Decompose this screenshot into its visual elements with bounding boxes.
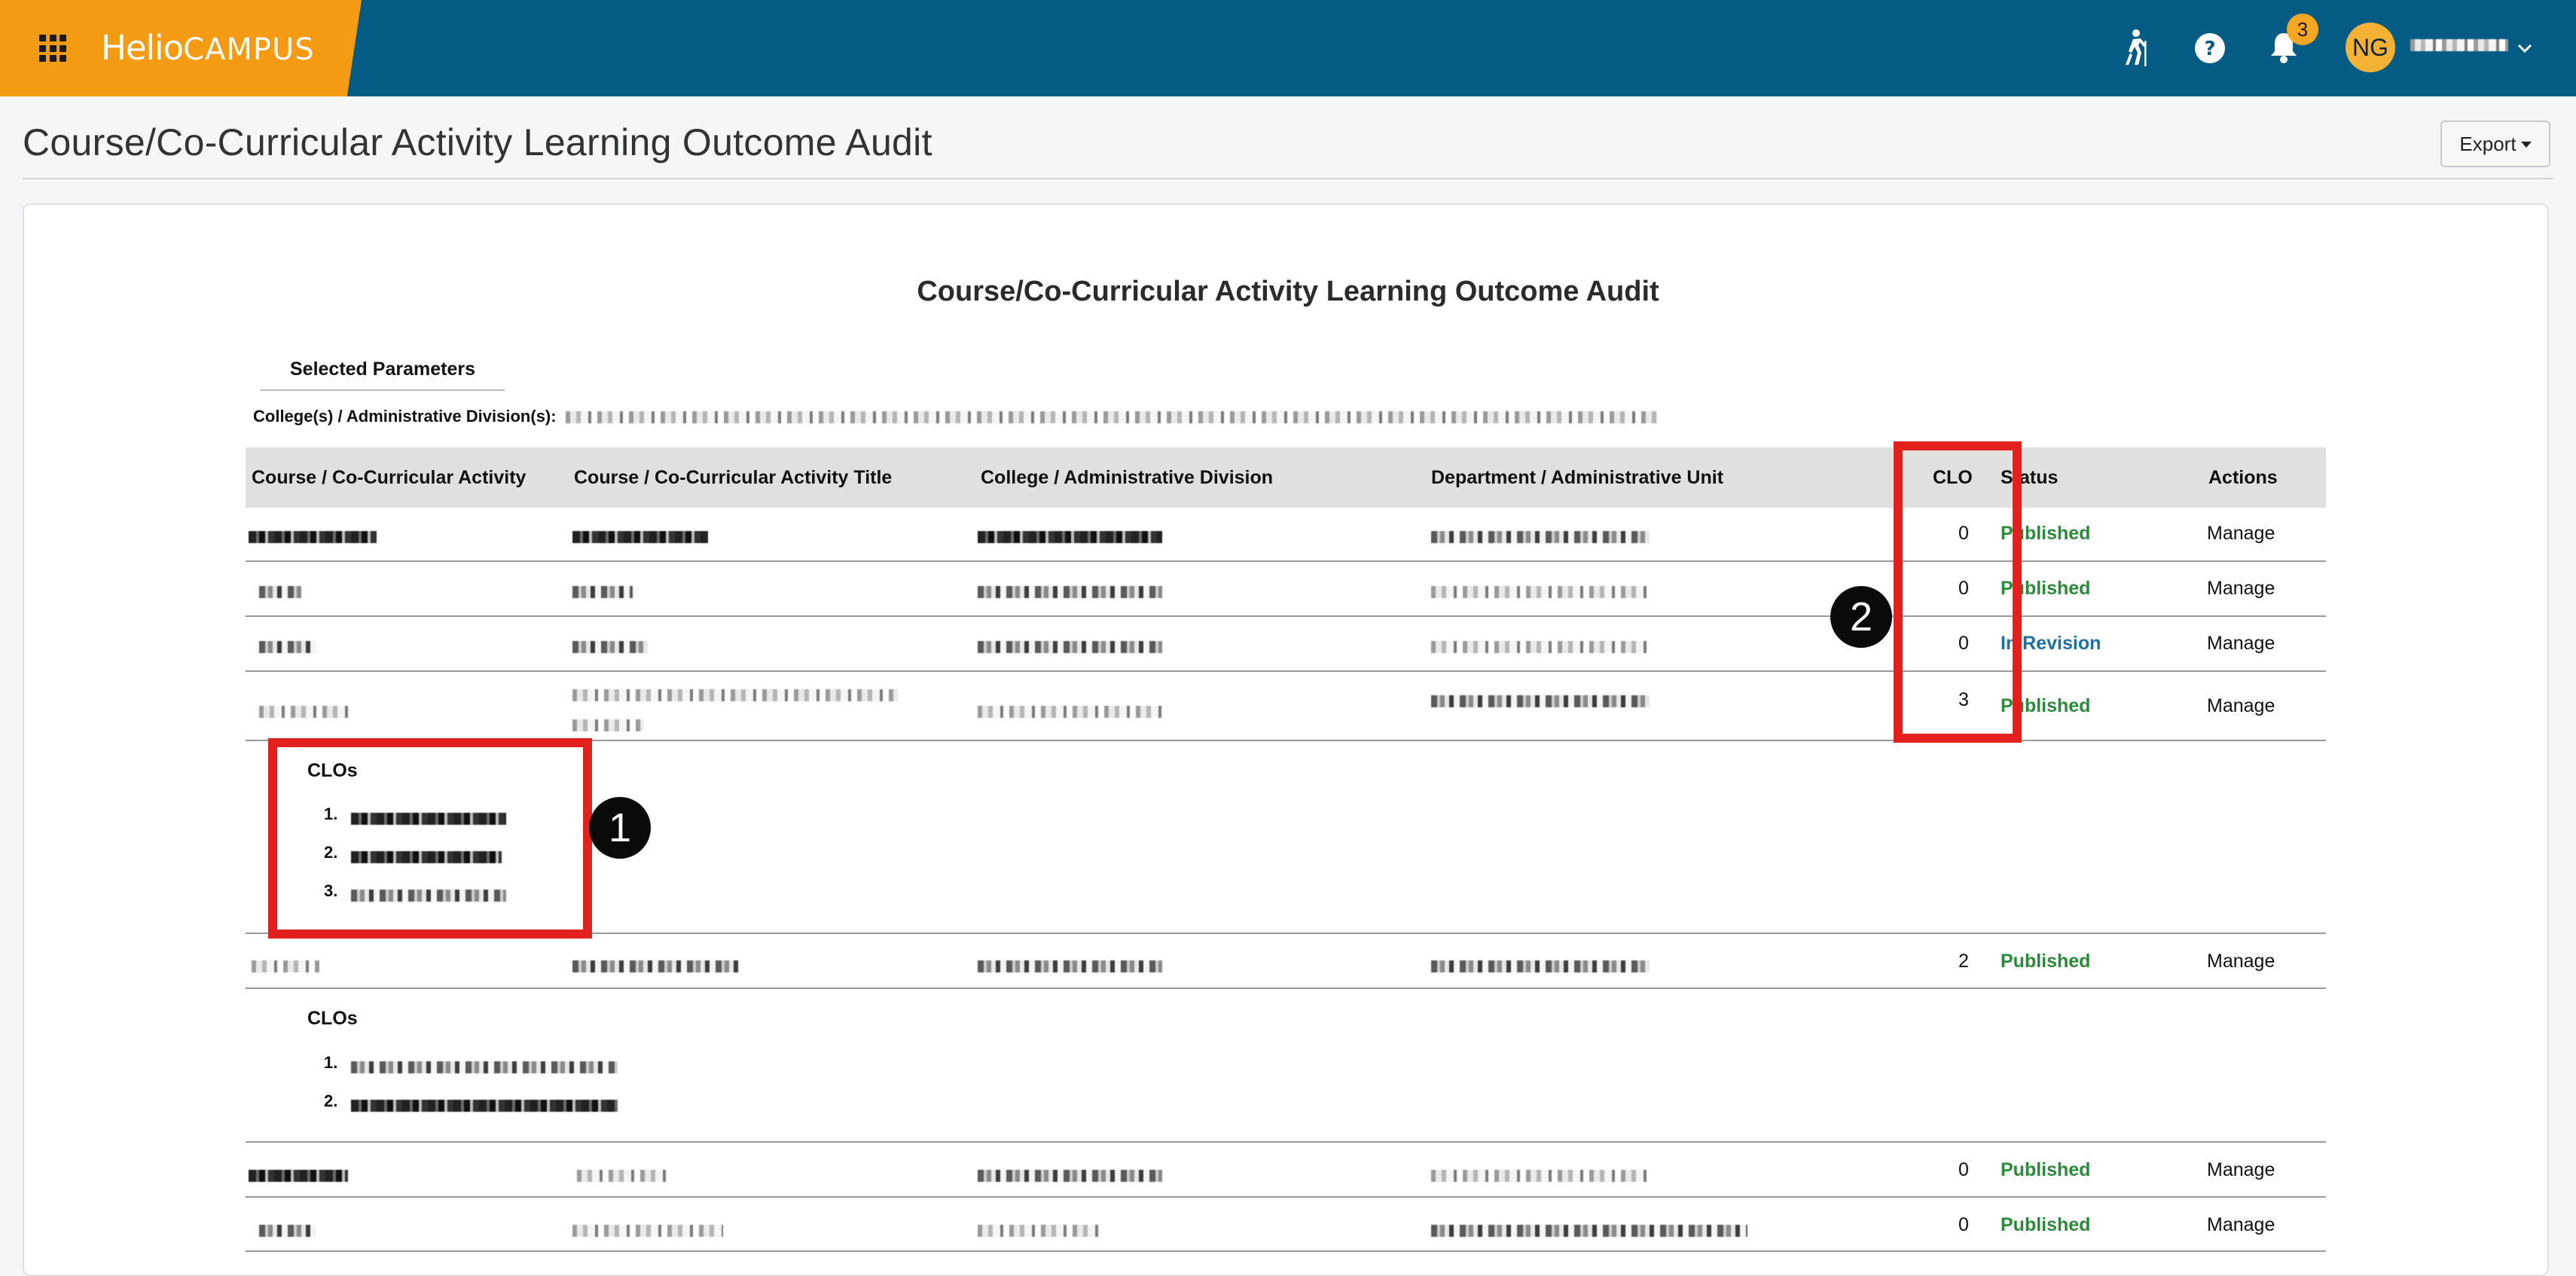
apps-grid-icon[interactable]: [39, 35, 66, 62]
column-header-college[interactable]: College / Administrative Division: [981, 447, 1273, 508]
manage-link[interactable]: Manage: [2207, 1214, 2275, 1236]
avatar[interactable]: NG: [2346, 23, 2395, 72]
manage-link[interactable]: Manage: [2207, 951, 2275, 972]
college-redacted: [978, 1220, 1100, 1241]
logo-text-campus: CAMPUS: [183, 32, 315, 67]
column-header-actions[interactable]: Actions: [2208, 447, 2278, 508]
course-code-redacted: [249, 1165, 348, 1186]
department-redacted: [1431, 636, 1650, 658]
course-title-redacted: [572, 636, 648, 658]
export-label: Export: [2459, 133, 2516, 155]
department-redacted: [1431, 1165, 1650, 1186]
caret-down-icon: [2520, 142, 2532, 148]
row-divider: [246, 988, 2326, 989]
course-code-redacted: [252, 955, 319, 977]
department-redacted: [1431, 1220, 1747, 1241]
parameters-label: College(s) / Administrative Division(s):: [253, 407, 557, 426]
help-icon[interactable]: ?: [2187, 26, 2233, 71]
college-redacted: [978, 636, 1162, 658]
college-redacted: [978, 581, 1162, 603]
clo-text-redacted: [351, 1094, 618, 1116]
department-redacted: [1431, 955, 1650, 977]
notification-badge: 3: [2287, 14, 2318, 45]
course-code-redacted: [259, 581, 301, 603]
course-code-redacted: [259, 636, 316, 658]
column-header-department[interactable]: Department / Administrative Unit: [1431, 447, 1723, 508]
page-title: Course/Co-Curricular Activity Learning O…: [23, 121, 932, 163]
column-header-title[interactable]: Course / Co-Curricular Activity Title: [574, 447, 892, 508]
manage-link[interactable]: Manage: [2207, 695, 2275, 717]
export-button[interactable]: Export: [2440, 121, 2550, 167]
clo-count: 0: [1958, 1214, 1969, 1235]
clo-number: 1.: [324, 1053, 338, 1072]
manage-link[interactable]: Manage: [2207, 523, 2275, 545]
clo-count: 2: [1958, 951, 1969, 972]
svg-text:?: ?: [2204, 38, 2215, 60]
clo-count: 0: [1958, 1159, 1969, 1180]
parameters-value-redacted: [565, 411, 1658, 424]
course-code-redacted: [249, 526, 377, 548]
annotation-box-clo-list: [268, 738, 592, 939]
clo-number: 2.: [324, 1091, 338, 1110]
manage-link[interactable]: Manage: [2207, 633, 2275, 655]
status-badge: Published: [2001, 1214, 2091, 1235]
report-title: Course/Co-Curricular Activity Learning O…: [917, 276, 1659, 307]
row-divider: [246, 1196, 2326, 1198]
course-title-redacted: [572, 526, 708, 548]
clos-heading: CLOs: [307, 1008, 358, 1029]
title-divider: [23, 178, 2553, 179]
user-name-redacted[interactable]: [2410, 39, 2508, 51]
annotation-badge-1: 1: [589, 797, 651, 859]
course-code-redacted: [259, 1220, 316, 1241]
hiking-icon[interactable]: [2112, 26, 2157, 71]
department-redacted: [1431, 526, 1650, 548]
logo-text-helio: Helio: [101, 28, 184, 68]
heliocampus-logo[interactable]: HelioCAMPUS: [101, 26, 315, 71]
annotation-badge-2: 2: [1830, 586, 1892, 648]
college-redacted: [978, 701, 1162, 722]
course-code-redacted: [259, 701, 348, 722]
course-title-redacted: [577, 1165, 670, 1186]
manage-link[interactable]: Manage: [2207, 1159, 2275, 1181]
row-divider: [246, 1141, 2326, 1143]
manage-link[interactable]: Manage: [2207, 578, 2275, 600]
department-redacted: [1431, 581, 1650, 603]
chevron-down-icon[interactable]: [2514, 38, 2535, 59]
course-title-redacted: [572, 684, 898, 706]
status-badge: Published: [2001, 951, 2091, 972]
course-title-redacted-2: [572, 714, 643, 736]
annotation-box-clo-column: [1894, 441, 2022, 743]
clo-text-redacted: [351, 1056, 618, 1078]
status-badge: Published: [2001, 1159, 2091, 1180]
course-title-redacted: [572, 1220, 723, 1241]
department-redacted: [1431, 690, 1650, 712]
row-divider: [246, 1250, 2326, 1252]
college-redacted: [978, 1165, 1162, 1186]
selected-parameters-heading: Selected Parameters: [261, 359, 505, 391]
course-title-redacted: [572, 955, 740, 977]
column-header-course[interactable]: Course / Co-Curricular Activity: [252, 447, 526, 508]
course-title-redacted: [572, 581, 633, 603]
parameters-line: College(s) / Administrative Division(s):: [253, 407, 1658, 426]
college-redacted: [978, 526, 1162, 548]
college-redacted: [978, 955, 1162, 977]
